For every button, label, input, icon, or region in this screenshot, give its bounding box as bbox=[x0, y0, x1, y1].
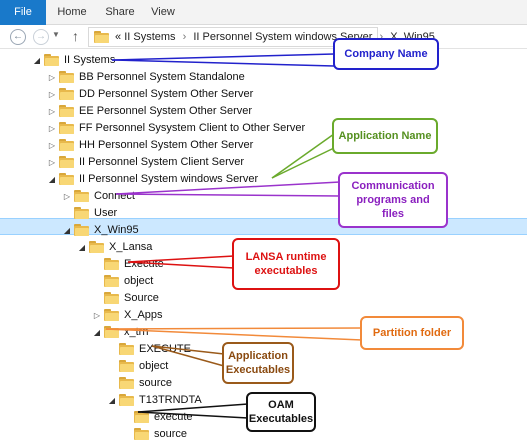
application-executables-callout: Application Executables bbox=[222, 342, 294, 384]
tree-item[interactable]: ▷ EE Personnel System Other Server bbox=[0, 103, 527, 120]
collapsed-chevron-icon[interactable]: ▷ bbox=[47, 137, 57, 154]
tree-item-label: T13TRNDTA bbox=[139, 394, 202, 406]
folder-icon bbox=[104, 258, 119, 270]
folder-icon bbox=[59, 88, 74, 100]
folder-icon bbox=[89, 241, 104, 253]
folder-icon bbox=[59, 173, 74, 185]
tree-item-label: II Personnel System windows Server bbox=[79, 173, 259, 185]
tree-item-label: EXECUTE bbox=[139, 343, 191, 355]
folder-icon bbox=[119, 343, 134, 355]
tree-item[interactable]: ◢ II Systems bbox=[0, 52, 527, 69]
tree-item-label: FF Personnel Sysystem Client to Other Se… bbox=[79, 122, 306, 134]
ribbon: File Home Share View bbox=[0, 0, 527, 25]
company-name-callout: Company Name bbox=[333, 38, 439, 70]
tree-item-label: EE Personnel System Other Server bbox=[79, 105, 253, 117]
collapsed-chevron-icon[interactable]: ▷ bbox=[92, 307, 102, 324]
tree-item-label: X_Lansa bbox=[109, 241, 153, 253]
tree-item-label: Source bbox=[124, 292, 159, 304]
tree-item[interactable]: ▷ BB Personnel System Standalone bbox=[0, 69, 527, 86]
expanded-chevron-icon[interactable]: ◢ bbox=[47, 171, 57, 188]
tree-item[interactable]: Source bbox=[0, 290, 527, 307]
tree-item[interactable]: ▷ FF Personnel Sysystem Client to Other S… bbox=[0, 120, 527, 137]
tree-item-label: X_Apps bbox=[124, 309, 163, 321]
breadcrumb-overflow[interactable]: « bbox=[115, 31, 121, 43]
tree-item[interactable]: ▷ DD Personnel System Other Server bbox=[0, 86, 527, 103]
tree-item-label: x_trn bbox=[124, 326, 149, 338]
folder-icon bbox=[119, 377, 134, 389]
forward-arrow-icon[interactable]: → bbox=[33, 29, 49, 45]
tree-item-label: execute bbox=[154, 411, 193, 423]
expanded-chevron-icon[interactable]: ◢ bbox=[107, 392, 117, 409]
folder-icon bbox=[59, 105, 74, 117]
expanded-chevron-icon[interactable]: ◢ bbox=[32, 52, 42, 69]
tree-item-label: object bbox=[139, 360, 169, 372]
tab-home[interactable]: Home bbox=[50, 0, 94, 25]
chevron-right-icon[interactable]: › bbox=[183, 31, 187, 43]
tree-item[interactable]: ▷ HH Personnel System Other Server bbox=[0, 137, 527, 154]
tab-file[interactable]: File bbox=[0, 0, 46, 25]
folder-icon bbox=[74, 190, 89, 202]
collapsed-chevron-icon[interactable]: ▷ bbox=[47, 103, 57, 120]
collapsed-chevron-icon[interactable]: ▷ bbox=[47, 154, 57, 171]
folder-icon bbox=[104, 292, 119, 304]
expanded-chevron-icon[interactable]: ◢ bbox=[92, 324, 102, 341]
up-arrow-icon[interactable]: ↑ bbox=[72, 28, 79, 44]
expanded-chevron-icon[interactable]: ◢ bbox=[77, 239, 87, 256]
expanded-chevron-icon[interactable]: ◢ bbox=[62, 222, 72, 239]
tree-item-label: object bbox=[124, 275, 154, 287]
folder-icon bbox=[119, 394, 134, 406]
recent-locations-chevron-icon[interactable]: ▼ bbox=[52, 30, 60, 39]
folder-icon bbox=[74, 224, 89, 236]
folder-icon bbox=[59, 139, 74, 151]
collapsed-chevron-icon[interactable]: ▷ bbox=[47, 69, 57, 86]
tree-item-label: User bbox=[94, 207, 118, 219]
folder-icon bbox=[59, 156, 74, 168]
tree-item-label: source bbox=[154, 428, 188, 440]
oam-executables-callout: OAM Executables bbox=[246, 392, 316, 432]
tree-item-label: Execute bbox=[124, 258, 164, 270]
collapsed-chevron-icon[interactable]: ▷ bbox=[62, 188, 72, 205]
folder-icon bbox=[94, 31, 109, 43]
tree-item-label: Connect bbox=[94, 190, 135, 202]
collapsed-chevron-icon[interactable]: ▷ bbox=[47, 120, 57, 137]
tree-item[interactable]: ◢ X_Win95 bbox=[0, 222, 527, 239]
lansa-runtime-callout: LANSA runtime executables bbox=[232, 238, 340, 290]
folder-icon bbox=[104, 309, 119, 321]
folder-icon bbox=[74, 207, 89, 219]
folder-icon bbox=[134, 411, 149, 423]
tree-item[interactable]: ▷ II Personnel System Client Server bbox=[0, 154, 527, 171]
tab-view[interactable]: View bbox=[145, 0, 181, 25]
tab-share[interactable]: Share bbox=[100, 0, 140, 25]
tree-item-label: X_Win95 bbox=[94, 224, 139, 236]
folder-icon bbox=[134, 428, 149, 440]
folder-icon bbox=[59, 71, 74, 83]
breadcrumb-item[interactable]: II Systems bbox=[124, 31, 175, 43]
tree-item-label: HH Personnel System Other Server bbox=[79, 139, 254, 151]
collapsed-chevron-icon[interactable]: ▷ bbox=[47, 86, 57, 103]
folder-icon bbox=[59, 122, 74, 134]
back-arrow-icon[interactable]: ← bbox=[10, 29, 26, 45]
navigation-bar: ← → ▼ ↑ « II Systems › II Personnel Syst… bbox=[0, 25, 527, 49]
folder-icon bbox=[119, 360, 134, 372]
tree-item-label: source bbox=[139, 377, 173, 389]
partition-folder-callout: Partition folder bbox=[360, 316, 464, 350]
application-name-callout: Application Name bbox=[332, 118, 438, 154]
folder-icon bbox=[104, 326, 119, 338]
communication-callout: Communication programs and files bbox=[338, 172, 448, 228]
tree-item-label: II Personnel System Client Server bbox=[79, 156, 245, 168]
folder-icon bbox=[104, 275, 119, 287]
tree-item-label: BB Personnel System Standalone bbox=[79, 71, 245, 83]
folder-icon bbox=[44, 54, 59, 66]
tree-item-label: II Systems bbox=[64, 54, 116, 66]
tree-item-label: DD Personnel System Other Server bbox=[79, 88, 254, 100]
